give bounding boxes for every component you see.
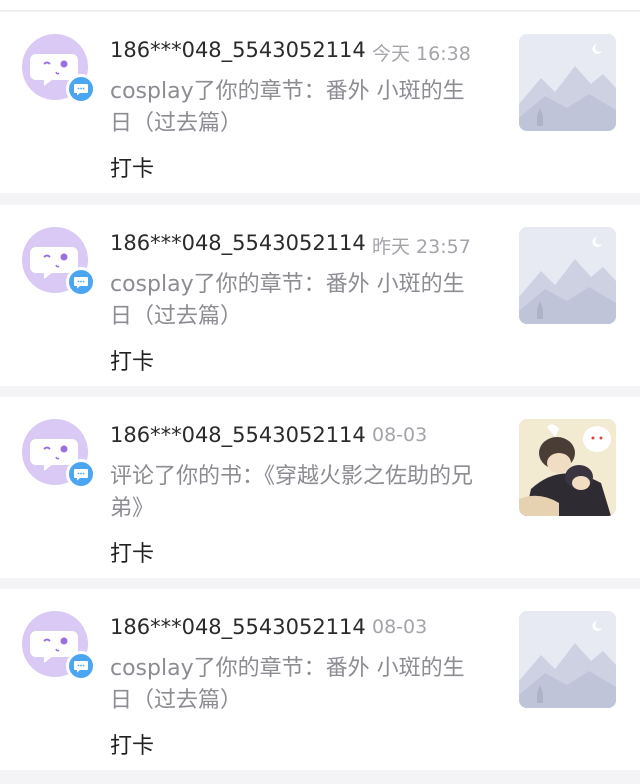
timestamp: 08-03 [372, 616, 428, 638]
timestamp: 昨天 23:57 [372, 236, 471, 258]
notification-item[interactable]: 186***048_5543052114 今天 16:38 cosplay了你的… [0, 12, 640, 193]
timestamp: 08-03 [372, 424, 428, 446]
reply-text: 打卡 [110, 734, 155, 759]
notification-item[interactable]: 186***048_5543052114 昨天 23:57 cosplay了你的… [0, 205, 640, 386]
book-cover-image[interactable] [519, 419, 616, 516]
action-text: 评论了你的书：《穿越火影之佐助的兄弟》 [110, 464, 474, 521]
notification-list: 186***048_5543052114 今天 16:38 cosplay了你的… [0, 0, 640, 784]
reply-text: 打卡 [110, 350, 155, 375]
username[interactable]: 186***048_5543052114 [110, 231, 366, 255]
action-text: cosplay了你的章节：番外 小斑的生日（过去篇） [110, 656, 465, 713]
reply-text: 打卡 [110, 157, 155, 182]
username[interactable]: 186***048_5543052114 [110, 423, 366, 447]
placeholder-landscape-image[interactable] [519, 227, 616, 324]
message-badge-icon [66, 459, 96, 489]
username[interactable]: 186***048_5543052114 [110, 615, 366, 639]
notification-item[interactable]: 186***048_5543052114 08-03 评论了你的书：《穿越火影之… [0, 397, 640, 578]
reply-text: 打卡 [110, 542, 155, 567]
notification-item[interactable]: 186***048_5543052114 08-03 cosplay了你的章节：… [0, 589, 640, 770]
message-badge-icon [66, 267, 96, 297]
placeholder-landscape-image[interactable] [519, 611, 616, 708]
action-text: cosplay了你的章节：番外 小斑的生日（过去篇） [110, 272, 465, 329]
message-badge-icon [66, 74, 96, 104]
message-badge-icon [66, 651, 96, 681]
timestamp: 今天 16:38 [372, 43, 471, 65]
previous-item-edge [0, 0, 640, 11]
action-text: cosplay了你的章节：番外 小斑的生日（过去篇） [110, 79, 465, 136]
username[interactable]: 186***048_5543052114 [110, 38, 366, 62]
placeholder-landscape-image[interactable] [519, 34, 616, 131]
